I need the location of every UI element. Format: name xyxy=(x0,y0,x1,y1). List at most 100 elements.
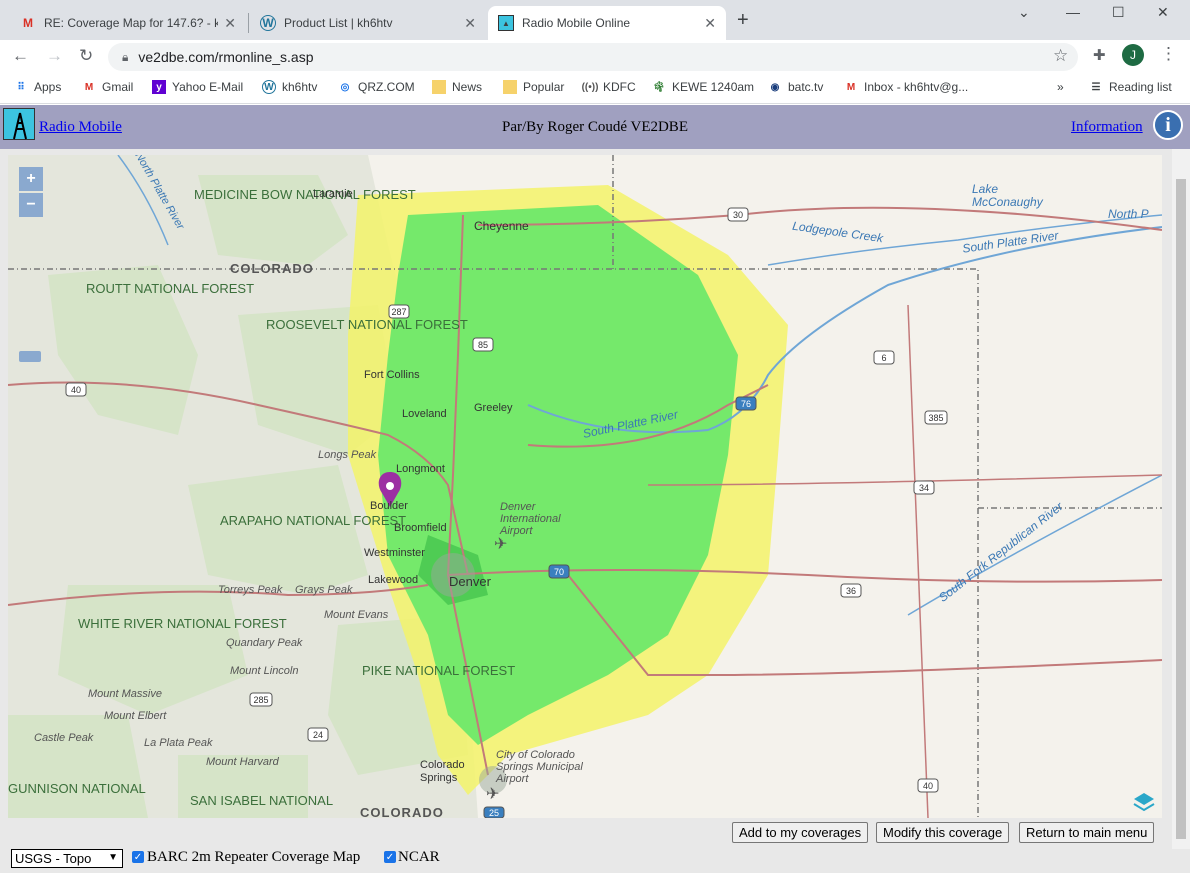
scrollbar-thumb[interactable] xyxy=(1176,179,1186,839)
bookmark-label: Apps xyxy=(34,80,62,94)
bookmark-label: KEWE 1240am xyxy=(672,80,755,94)
shield-label: 36 xyxy=(846,586,856,596)
coverage-layer-label: BARC 2m Repeater Coverage Map xyxy=(147,849,361,865)
avatar[interactable]: J xyxy=(1122,44,1144,66)
bookmark-kh6htv[interactable]: Wkh6htv xyxy=(262,80,317,94)
bookmark-label: kh6htv xyxy=(282,80,318,94)
bookmarks-overflow[interactable]: » xyxy=(1057,80,1064,94)
lock-icon: 🔒︎ xyxy=(122,49,129,64)
bookmark-apps[interactable]: ⠿ Apps xyxy=(14,80,61,94)
bookmark-inbox[interactable]: M Inbox - kh6htv@g... xyxy=(844,80,968,94)
wordpress-icon: W xyxy=(262,80,276,94)
bookmark-label: KDFC xyxy=(603,80,636,94)
coverage-layer-checkbox[interactable]: ✓ xyxy=(132,851,144,863)
close-icon[interactable]: ✕ xyxy=(224,15,236,32)
shield-label: 25 xyxy=(489,808,499,818)
modify-coverage-button[interactable]: Modify this coverage xyxy=(876,822,1010,843)
yahoo-icon: y xyxy=(152,80,166,94)
url-text: ve2dbe.com/rmonline_s.asp xyxy=(138,49,314,65)
byline: Par/By Roger Coudé VE2DBE xyxy=(502,119,688,135)
new-tab-icon[interactable]: + xyxy=(737,9,749,32)
reload-icon[interactable]: ↻ xyxy=(79,46,93,66)
bookmark-label: News xyxy=(452,80,483,94)
shield-label: 287 xyxy=(391,307,406,317)
radio-mobile-icon: ▲ xyxy=(498,15,514,31)
bookmark-qrz[interactable]: ◎ QRZ.COM xyxy=(338,80,415,94)
bookmark-label: batc.tv xyxy=(788,80,824,94)
bookmark-batc[interactable]: ◉ batc.tv xyxy=(768,80,824,94)
bookmark-news[interactable]: News xyxy=(432,80,482,94)
shield-label: 70 xyxy=(554,567,564,577)
reading-list-label: Reading list xyxy=(1109,80,1172,94)
shield-label: 76 xyxy=(741,399,751,409)
back-icon[interactable]: ← xyxy=(12,46,29,66)
zoom-in-button[interactable]: + xyxy=(19,167,43,191)
close-window-icon[interactable]: ✕ xyxy=(1157,4,1169,21)
scrollbar[interactable] xyxy=(1172,149,1190,849)
zoom-control: + − xyxy=(19,167,43,217)
basemap-select[interactable]: USGS - Topo ▼ xyxy=(11,849,123,868)
bookmark-label: Inbox - kh6htv@g... xyxy=(864,80,969,94)
information-link[interactable]: Information xyxy=(1071,119,1143,136)
extensions-icon[interactable]: ✚ xyxy=(1093,46,1106,64)
tab-product-list[interactable]: W Product List | kh6htv ✕ xyxy=(250,6,486,40)
ncar-layer-checkbox[interactable]: ✓ xyxy=(384,851,396,863)
tab-title: Product List | kh6htv xyxy=(284,16,393,30)
app-header: Radio Mobile Par/By Roger Coudé VE2DBE I… xyxy=(0,105,1190,149)
ncar-layer-label: NCAR xyxy=(398,849,440,865)
shield-label: 30 xyxy=(733,210,743,220)
add-coverage-button[interactable]: Add to my coverages xyxy=(732,822,869,843)
tab-title: Radio Mobile Online xyxy=(522,16,631,30)
tab-gmail[interactable]: M RE: Coverage Map for 147.6? - kh ✕ xyxy=(10,6,246,40)
close-icon[interactable]: ✕ xyxy=(704,15,716,32)
gmail-icon: M xyxy=(846,81,856,93)
close-icon[interactable]: ✕ xyxy=(464,15,476,32)
address-bar[interactable]: 🔒︎ ve2dbe.com/rmonline_s.asp xyxy=(108,43,1078,71)
chevron-down-icon: ▼ xyxy=(108,852,118,863)
bookmark-kewe[interactable]: 🌴︎ KEWE 1240am xyxy=(652,80,754,94)
gmail-icon: M xyxy=(84,81,94,93)
tab-title: RE: Coverage Map for 147.6? - kh xyxy=(44,16,219,30)
folder-icon xyxy=(432,80,446,94)
return-main-menu-button[interactable]: Return to main menu xyxy=(1019,822,1155,843)
airport-icon: ✈ xyxy=(486,786,499,803)
tab-divider xyxy=(248,13,249,33)
maximize-icon[interactable]: ☐ xyxy=(1112,4,1125,21)
reading-list-icon: ☰ xyxy=(1091,81,1101,93)
forward-icon[interactable]: → xyxy=(46,46,63,66)
tab-search-icon[interactable]: ⌄ xyxy=(1018,4,1030,21)
folder-icon xyxy=(503,80,517,94)
coverage-map[interactable]: MEDICINE BOW NATIONAL FOREST Laramie Che… xyxy=(8,155,1162,818)
bookmark-star-icon[interactable]: ☆ xyxy=(1053,46,1068,66)
map-slider-handle[interactable] xyxy=(19,351,41,362)
wordpress-icon: W xyxy=(260,15,276,31)
bookmark-yahoo[interactable]: y Yahoo E-Mail xyxy=(152,80,243,94)
shield-label: 24 xyxy=(313,730,323,740)
apps-grid-icon: ⠿ xyxy=(17,81,25,93)
menu-icon[interactable]: ⋮ xyxy=(1160,44,1177,64)
shield-label: 40 xyxy=(923,781,933,791)
highway-shields: 30 287 85 40 6 76 385 34 70 36 285 24 40 xyxy=(65,207,1155,818)
gmail-icon: M xyxy=(23,16,33,30)
browser-toolbar: ← → ↻ 🔒︎ ve2dbe.com/rmonline_s.asp xyxy=(0,40,1190,74)
shield-label: 40 xyxy=(71,385,81,395)
zoom-out-button[interactable]: − xyxy=(19,193,43,217)
bookmark-popular[interactable]: Popular xyxy=(503,80,564,94)
shield-label: 34 xyxy=(919,483,929,493)
satellite-icon: ◉ xyxy=(770,81,780,93)
bookmark-label: Popular xyxy=(523,80,565,94)
palm-tree-icon: 🌴︎ xyxy=(652,81,666,93)
globe-icon: ◎ xyxy=(340,81,350,93)
bookmark-kdfc[interactable]: ((•)) KDFC xyxy=(581,80,636,94)
reading-list[interactable]: ☰ Reading list xyxy=(1089,80,1172,94)
bookmark-label: Gmail xyxy=(102,80,134,94)
minimize-icon[interactable]: — xyxy=(1066,4,1080,20)
bookmarks-bar: ⠿ Apps M Gmail y Yahoo E-Mail Wkh6htv ◎ QRZ.… xyxy=(0,74,1190,104)
info-icon[interactable]: i xyxy=(1153,110,1183,140)
bookmark-gmail[interactable]: M Gmail xyxy=(82,80,134,94)
tab-radio-mobile[interactable]: ▲ Radio Mobile Online ✕ xyxy=(488,6,726,40)
shield-label: 385 xyxy=(928,413,943,423)
radio-waves-icon: ((•)) xyxy=(581,81,599,93)
shield-label: 285 xyxy=(253,695,268,705)
bookmark-label: QRZ.COM xyxy=(358,80,415,94)
